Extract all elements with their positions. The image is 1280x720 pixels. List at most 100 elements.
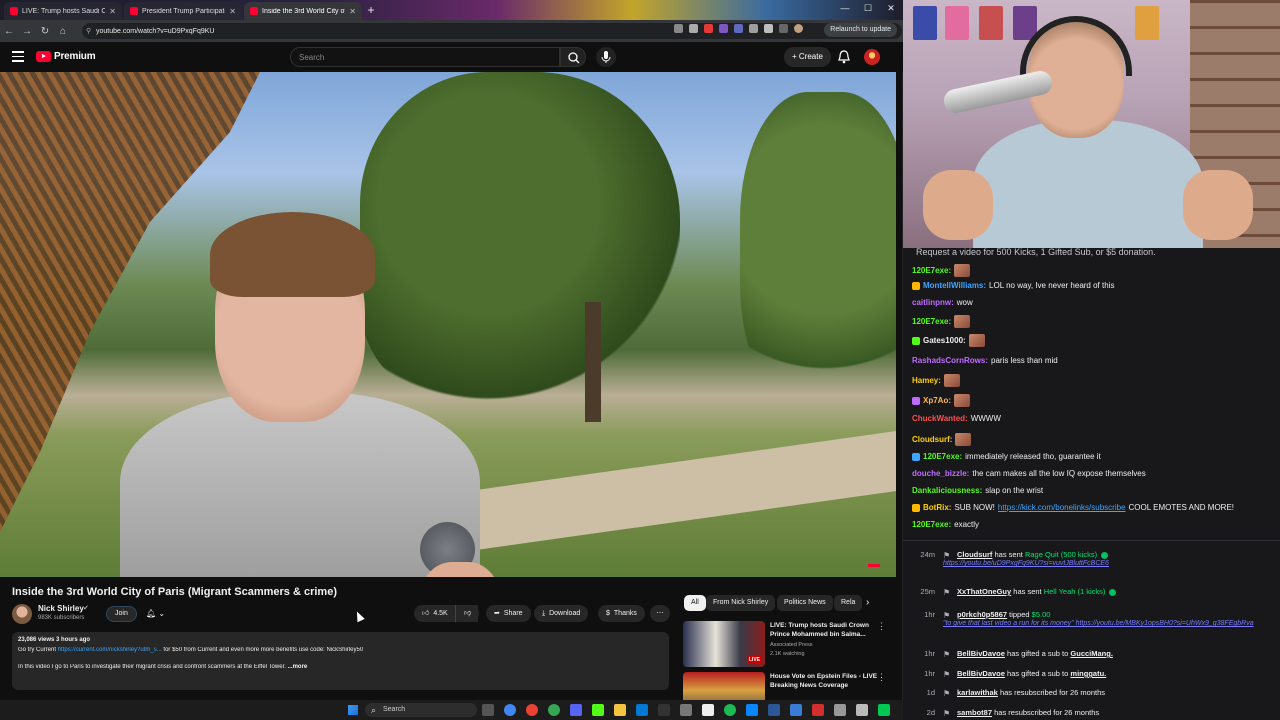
chat-username[interactable]: 120E7exe: (912, 317, 951, 326)
event-subtext[interactable]: "to give that last video a run for its m… (943, 620, 1254, 627)
event-username[interactable]: Cloudsurf (957, 550, 992, 559)
chrome-profile-icon[interactable] (526, 704, 538, 716)
description-box[interactable]: 23,086 views 3 hours ago Go try Current … (12, 632, 669, 690)
recommendation-item[interactable]: House Vote on Epstein Files - LIVE Break… (683, 672, 898, 700)
video-player[interactable] (0, 72, 896, 577)
bookmark-star-icon[interactable] (689, 24, 698, 33)
app-icon[interactable] (812, 704, 824, 716)
channel-avatar[interactable] (12, 604, 32, 624)
thanks-button[interactable]: $ Thanks (598, 605, 645, 622)
chat-username[interactable]: Dankaliciousness: (912, 486, 982, 495)
channel-name[interactable]: Nick Shirley (38, 604, 84, 613)
mail-icon[interactable] (636, 704, 648, 716)
event-username[interactable]: sambot87 (957, 708, 992, 717)
chevron-right-icon[interactable]: › (866, 597, 869, 608)
cast-icon[interactable] (674, 24, 683, 33)
account-avatar[interactable] (864, 49, 880, 65)
close-tab-icon[interactable]: ✕ (349, 7, 356, 16)
more-options-icon[interactable]: ⋮ (877, 672, 886, 683)
chat-username[interactable]: Hamey: (912, 376, 941, 385)
event-username[interactable]: p0rkch0p5867 (957, 610, 1007, 619)
event-username[interactable]: BellBivDavoe (957, 669, 1005, 678)
chat-username[interactable]: BotRix: (923, 503, 951, 512)
chip-from-nick-shirley[interactable]: From Nick Shirley (706, 595, 776, 611)
chat-username[interactable]: douche_bizzle: (912, 469, 969, 478)
chat-username[interactable]: Xp7Ao: (923, 396, 951, 405)
chat-username[interactable]: ChuckWanted: (912, 414, 968, 423)
app-icon[interactable] (768, 704, 780, 716)
event-username[interactable]: XxThatOneGuy (957, 587, 1011, 596)
discord-icon[interactable] (570, 704, 582, 716)
recommendation-title[interactable]: LIVE: Trump hosts Saudi Crown Prince Moh… (770, 621, 882, 639)
tab-paris-video[interactable]: Inside the 3rd World City of Pa ✕ (244, 2, 362, 20)
tab-trump-saudi[interactable]: LIVE: Trump hosts Saudi Crown ✕ (4, 2, 122, 20)
home-icon[interactable]: ⌂ (54, 26, 72, 37)
maximize-icon[interactable]: ☐ (861, 3, 875, 14)
notifications-bell-icon[interactable] (836, 49, 852, 65)
share-button[interactable]: ➦ Share (486, 605, 531, 622)
new-tab-button[interactable]: + (364, 3, 378, 17)
app-icon[interactable] (746, 704, 758, 716)
chat-username[interactable]: Gates1000: (923, 336, 966, 345)
extension-gray-icon[interactable] (749, 24, 758, 33)
app-icon[interactable] (878, 704, 890, 716)
event-username[interactable]: karlawithak (957, 688, 998, 697)
sidepanel-icon[interactable] (779, 24, 788, 33)
site-info-icon[interactable]: ⚲ (86, 27, 91, 35)
chip-politics-news[interactable]: Politics News (777, 595, 833, 611)
hamburger-menu-icon[interactable] (12, 51, 24, 63)
chat-username[interactable]: 120E7exe: (923, 452, 962, 461)
chip-related[interactable]: Rela (834, 595, 863, 611)
close-tab-icon[interactable]: ✕ (109, 7, 116, 16)
chat-link[interactable]: https://kick.com/bonelinks/subscribe (998, 503, 1126, 512)
steam-icon[interactable] (658, 704, 670, 716)
event-subtext[interactable]: https://youtu.be/uD9PxqFq9KU?si=vuvtJBlu… (943, 560, 1109, 567)
task-view-icon[interactable] (482, 704, 494, 716)
windows-start-icon[interactable] (348, 705, 358, 715)
app-icon[interactable] (702, 704, 714, 716)
app-icon[interactable] (680, 704, 692, 716)
chrome-alt-icon[interactable] (548, 704, 560, 716)
relaunch-button[interactable]: Relaunch to update (824, 23, 897, 37)
download-button[interactable]: ⤓ Download (534, 605, 589, 622)
event-username[interactable]: BellBivDavoe (957, 649, 1005, 658)
sponsor-link[interactable]: https://current.com/nickshirley?utm_s... (58, 647, 162, 653)
minimize-icon[interactable]: — (838, 3, 852, 13)
youtube-premium-logo[interactable]: Premium (36, 51, 96, 62)
dislike-button[interactable]: 👎︎ (455, 605, 479, 622)
join-button[interactable]: Join (106, 606, 137, 622)
reload-icon[interactable]: ↻ (36, 26, 54, 37)
close-window-icon[interactable]: ✕ (884, 3, 898, 14)
app-icon[interactable] (834, 704, 846, 716)
chat-username[interactable]: RashadsCornRows: (912, 356, 988, 365)
profile-icon[interactable] (794, 24, 803, 33)
search-button[interactable] (560, 47, 586, 67)
back-icon[interactable]: ← (0, 26, 18, 37)
chat-username[interactable]: MontellWilliams: (923, 281, 986, 290)
taskbar-search[interactable]: Search (365, 703, 477, 717)
recommendation-title[interactable]: House Vote on Epstein Files - LIVE Break… (770, 672, 882, 690)
file-explorer-icon[interactable] (614, 704, 626, 716)
chat-username[interactable]: Cloudsurf: (912, 435, 952, 444)
extension-blue-icon[interactable] (734, 24, 743, 33)
extension-purple-icon[interactable] (719, 24, 728, 33)
subscribed-bell-button[interactable]: 🔔︎ ⌄ (140, 606, 171, 622)
more-options-icon[interactable]: ⋮ (877, 621, 886, 632)
recommendation-item[interactable]: LIVE LIVE: Trump hosts Saudi Crown Princ… (683, 621, 898, 671)
more-actions-button[interactable]: ⋯ (650, 605, 670, 622)
chat-username[interactable]: caitlinpnw: (912, 298, 954, 307)
tab-trump-participates[interactable]: President Trump Participates in ✕ (124, 2, 242, 20)
search-input[interactable]: Search (290, 47, 560, 67)
chip-all[interactable]: All (684, 595, 706, 611)
extension-red-icon[interactable] (704, 24, 713, 33)
kick-icon[interactable] (592, 704, 604, 716)
create-button[interactable]: + Create (784, 47, 831, 67)
close-tab-icon[interactable]: ✕ (229, 7, 236, 16)
voice-search-button[interactable] (596, 47, 616, 67)
spotify-icon[interactable] (724, 704, 736, 716)
show-more-button[interactable]: ...more (288, 664, 308, 670)
puzzle-icon[interactable] (764, 24, 773, 33)
chat-username[interactable]: 120E7exe: (912, 266, 951, 275)
recommendation-channel[interactable]: Associated Press (770, 642, 813, 648)
forward-icon[interactable]: → (18, 26, 36, 37)
